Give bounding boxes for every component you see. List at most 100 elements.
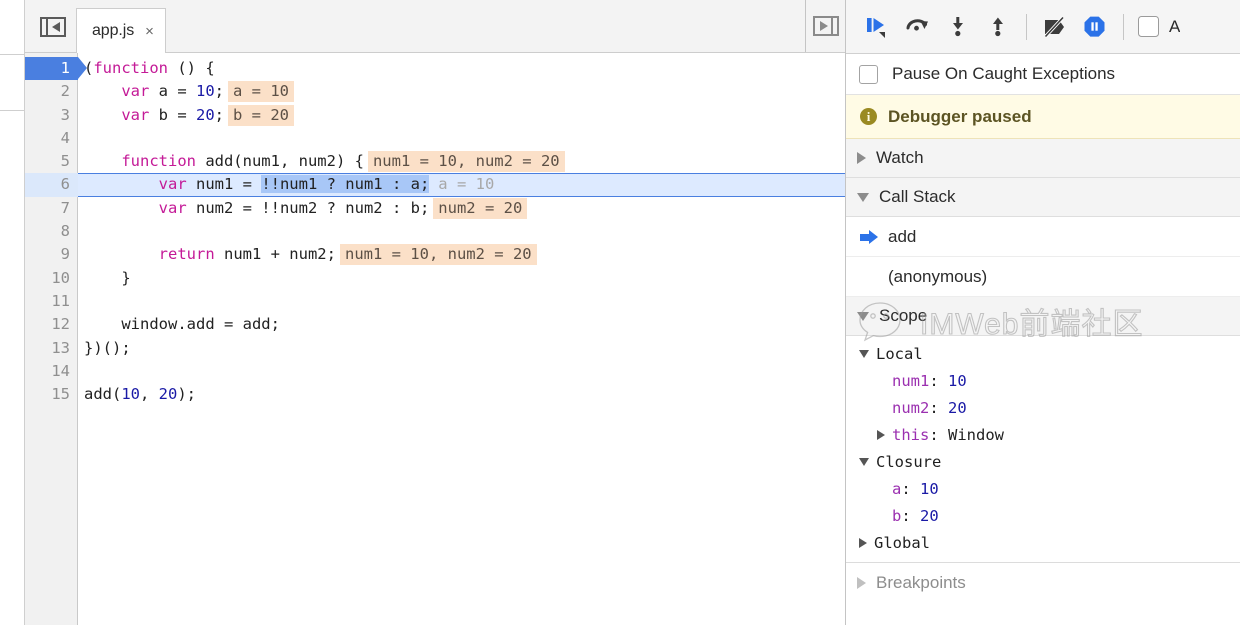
line-number[interactable]: 9 — [25, 243, 78, 266]
line-number[interactable]: 8 — [25, 220, 78, 243]
scope-group[interactable]: Global — [846, 529, 1240, 556]
code-token-kw: var — [121, 105, 150, 124]
chevron-right-icon — [857, 576, 866, 589]
section-breakpoints[interactable]: Breakpoints — [846, 563, 1240, 602]
line-number[interactable]: 11 — [25, 290, 78, 313]
code-line[interactable]: 11 — [25, 290, 845, 313]
code-line[interactable]: 8 — [25, 220, 845, 243]
code-line[interactable]: 7 var num2 = !!num2 ? num2 : b; num2 = 20 — [25, 197, 845, 220]
chevron-down-icon — [857, 192, 869, 202]
resume-script-execution-button[interactable] — [858, 7, 898, 47]
deactivate-breakpoints-button[interactable] — [1035, 7, 1075, 47]
debugger-paused-banner: i Debugger paused — [846, 95, 1240, 139]
line-number[interactable]: 5 — [25, 150, 78, 173]
code-line[interactable]: 9 return num1 + num2; num1 = 10, num2 = 2… — [25, 243, 845, 266]
devtools-sources-panel: app.js × 1 (function () {2 var a = 10; a =… — [0, 0, 1240, 625]
toolbar-divider-2 — [1123, 13, 1124, 40]
code-token-kw: var — [158, 198, 187, 217]
chevron-right-icon — [859, 537, 867, 548]
scope-property[interactable]: a: 10 — [846, 475, 1240, 502]
chevron-down-icon — [859, 349, 869, 358]
step-over-button[interactable] — [898, 7, 938, 47]
call-stack-frame[interactable]: add — [846, 217, 1240, 257]
code-token-plain: b = — [149, 105, 196, 124]
scope-property-value: Window — [948, 425, 1004, 444]
pause-on-caught-exceptions-row[interactable]: Pause On Caught Exceptions — [846, 54, 1240, 95]
line-number[interactable]: 14 — [25, 360, 78, 383]
show-navigator-icon — [40, 17, 66, 37]
call-stack-frame[interactable]: (anonymous) — [846, 257, 1240, 297]
info-icon: i — [860, 108, 877, 125]
scope-property[interactable]: b: 20 — [846, 502, 1240, 529]
line-number[interactable]: 6 — [25, 173, 78, 197]
pause-on-exceptions-button[interactable] — [1075, 7, 1115, 47]
scope-group[interactable]: Closure — [846, 448, 1240, 475]
section-scope-label: Scope — [879, 306, 928, 325]
code-line[interactable]: 3 var b = 20; b = 20 — [25, 104, 845, 127]
line-number[interactable]: 2 — [25, 80, 78, 103]
scope-property-separator: : — [929, 425, 948, 444]
code-line[interactable]: 14 — [25, 360, 845, 383]
code-line[interactable]: 1 (function () { — [25, 57, 845, 81]
code-line[interactable]: 13 })(); — [25, 337, 845, 360]
scope-property-separator: : — [901, 479, 921, 498]
code-token-plain: ; — [214, 82, 225, 101]
line-number[interactable]: 1 — [25, 57, 87, 81]
code-token-plain: add( — [84, 385, 122, 404]
code-line[interactable]: 12 window.add = add; — [25, 313, 845, 336]
tab-app-js[interactable]: app.js × — [76, 8, 166, 53]
code-line[interactable]: 5 function add(num1, num2) {num1 = 10, n… — [25, 150, 845, 173]
code-token-plain: })(); — [84, 338, 131, 357]
scope-property-value: 10 — [920, 479, 939, 498]
inline-value-hint: a = 10 — [228, 81, 295, 103]
show-debugger-sidebar-button[interactable] — [805, 0, 845, 52]
line-number[interactable]: 4 — [25, 127, 78, 150]
line-number[interactable]: 12 — [25, 313, 78, 336]
scope-property[interactable]: num1: 10 — [846, 367, 1240, 394]
line-number[interactable]: 7 — [25, 197, 78, 220]
section-scope[interactable]: Scope — [846, 297, 1240, 336]
line-number[interactable]: 15 — [25, 383, 78, 406]
strip-divider-bottom — [0, 110, 25, 111]
checkbox-unchecked-icon[interactable] — [859, 64, 878, 84]
scope-property-key: this — [892, 425, 930, 444]
code-line-text: function add(num1, num2) {num1 = 10, num… — [78, 150, 845, 173]
code-editor[interactable]: 1 (function () {2 var a = 10; a = 10 3 var … — [25, 53, 845, 625]
code-line[interactable]: 2 var a = 10; a = 10 — [25, 80, 845, 103]
step-over-next-function-call-icon — [906, 18, 928, 31]
scope-group[interactable]: Local — [846, 340, 1240, 367]
code-line[interactable]: 10 } — [25, 267, 845, 290]
step-into-button[interactable] — [938, 7, 978, 47]
code-line-text: var b = 20; b = 20 — [78, 104, 845, 127]
scope-property-separator: : — [929, 371, 948, 390]
inline-value-hint: b = 20 — [228, 104, 295, 126]
step-out-button[interactable] — [978, 7, 1018, 47]
code-token-kw: var — [121, 82, 150, 101]
strip-divider-top — [0, 54, 25, 55]
code-lines: 1 (function () {2 var a = 10; a = 10 3 var … — [25, 57, 845, 406]
code-token-num: 10 — [196, 82, 215, 101]
code-token-plain: num1 + num2; — [214, 245, 336, 264]
code-line[interactable]: 15 add(10, 20); — [25, 383, 845, 406]
async-checkbox[interactable] — [1138, 16, 1159, 37]
inline-value-hint: a = 10 — [438, 175, 495, 194]
scope-property[interactable]: this: Window — [846, 421, 1240, 448]
chevron-right-icon — [857, 152, 866, 164]
code-line-text: } — [78, 267, 845, 290]
close-icon[interactable]: × — [145, 24, 154, 39]
code-line[interactable]: 4 — [25, 127, 845, 150]
section-watch[interactable]: Watch — [846, 139, 1240, 178]
left-edge-strip — [0, 0, 25, 625]
line-number[interactable]: 10 — [25, 267, 78, 290]
scope-property-key: num1 — [892, 371, 930, 390]
line-number[interactable]: 3 — [25, 104, 78, 127]
line-number[interactable]: 13 — [25, 337, 78, 360]
code-token-sel: !!num1 ? num1 : a; — [261, 175, 430, 194]
section-watch-label: Watch — [876, 148, 924, 167]
section-call-stack[interactable]: Call Stack — [846, 178, 1240, 217]
show-navigator-button[interactable] — [36, 10, 70, 44]
code-token-kw: var — [158, 175, 187, 194]
code-line[interactable]: 6 var num1 = !!num1 ? num1 : a; a = 10 — [25, 173, 845, 198]
debugger-sidebar: A Pause On Caught Exceptions i Debugger … — [845, 0, 1240, 625]
scope-property[interactable]: num2: 20 — [846, 394, 1240, 421]
